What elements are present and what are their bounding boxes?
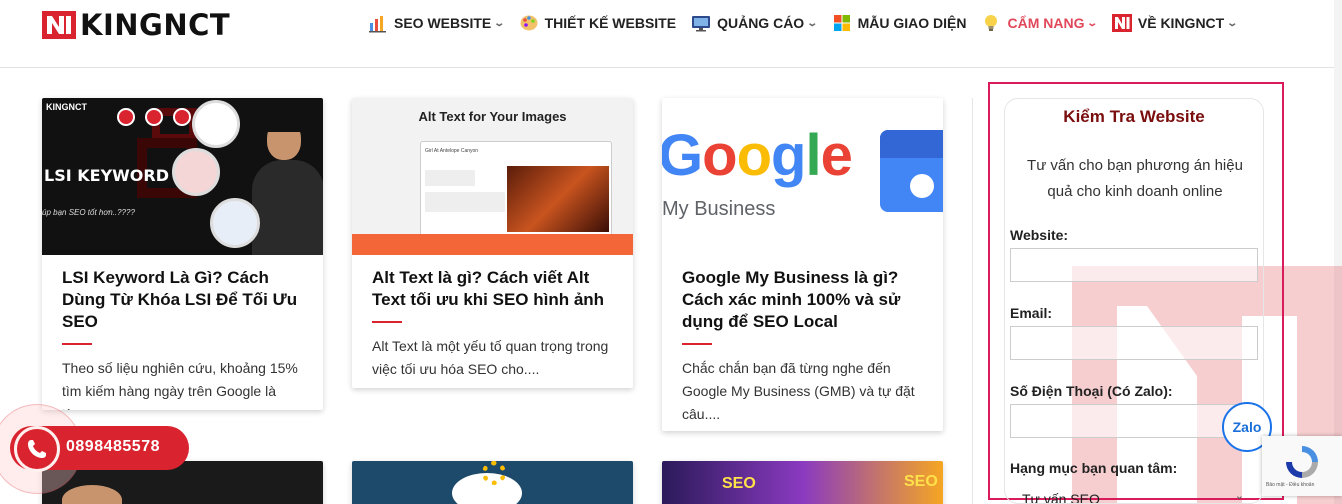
nav-item-mau-giao-dien[interactable]: MẪU GIAO DIỆN xyxy=(832,13,967,33)
windows-logo-icon xyxy=(833,15,850,31)
post-excerpt: Theo số liệu nghiên cứu, khoảng 15% tìm … xyxy=(62,360,298,410)
post-card[interactable] xyxy=(352,461,633,504)
nav-item-thiet-ke-website[interactable]: THIẾT KẾ WEBSITE xyxy=(519,13,676,33)
seo-text: SEO xyxy=(904,473,938,490)
post-thumbnail[interactable] xyxy=(62,485,122,504)
post-excerpt: Alt Text là một yếu tố quan trọng trong … xyxy=(372,338,609,377)
interest-label: Hạng mục bạn quan tâm: xyxy=(1010,460,1178,476)
post-title[interactable]: Alt Text là gì? Cách viết Alt Text tối ư… xyxy=(372,267,613,311)
recaptcha-links[interactable]: Bảo mật - Điều khoản xyxy=(1266,482,1314,488)
google-logo-text: Google xyxy=(662,123,853,188)
bubble xyxy=(172,148,220,196)
dot xyxy=(173,108,191,126)
brand-name: KINGNCT xyxy=(80,8,231,42)
dot xyxy=(117,108,135,126)
site-header: KINGNCT SEO WEBSITE ⌄ THIẾT KẾ WEBSITE Q… xyxy=(0,0,1342,68)
interest-value: Tư vấn SEO xyxy=(1022,491,1100,504)
recaptcha-badge[interactable]: Bảo mật - Điều khoản xyxy=(1262,436,1342,496)
post-title[interactable]: Google My Business là gì? Cách xác minh … xyxy=(682,267,923,333)
chevron-down-icon: ⌄ xyxy=(1226,17,1239,29)
nav-item-seo-website[interactable]: SEO WEBSITE ⌄ xyxy=(368,13,506,33)
email-field[interactable] xyxy=(1010,326,1258,360)
chevron-down-icon: ⌄ xyxy=(493,17,506,29)
main-nav: SEO WEBSITE ⌄ THIẾT KẾ WEBSITE QUẢNG CÁO… xyxy=(368,12,1252,34)
headline-text: Alt Text for Your Images xyxy=(418,109,567,124)
chevron-down-icon: ⌄ xyxy=(1234,490,1244,502)
title-divider xyxy=(372,321,402,323)
post-thumbnail[interactable]: KINGNCT LSI KEYWORD úp bạn SEO tốt hơn..… xyxy=(42,98,323,255)
nav-label: MẪU GIAO DIỆN xyxy=(857,15,967,31)
form-subtitle: Tư vấn cho bạn phương án hiệu quả cho ki… xyxy=(1027,157,1243,200)
bubble xyxy=(192,100,240,148)
phone-icon xyxy=(28,440,46,458)
title-divider xyxy=(682,343,712,345)
nav-label: VỀ KINGNCT xyxy=(1137,15,1225,31)
form-title: Kiểm Tra Website xyxy=(1063,107,1205,126)
headline-text: LSI KEYWORD xyxy=(44,166,170,185)
nav-item-ve-kingnct[interactable]: VỀ KINGNCT ⌄ xyxy=(1111,13,1239,33)
post-thumbnail[interactable]: Google My Business xyxy=(662,98,943,255)
post-card[interactable]: Google My Business Google My Business là… xyxy=(662,98,943,431)
nav-label: CẨM NANG xyxy=(1007,15,1085,31)
nav-label: QUẢNG CÁO xyxy=(717,15,805,31)
tagline-text: úp bạn SEO tốt hơn..???? xyxy=(42,208,135,217)
post-excerpt: Chắc chắn bạn đã từng nghe đến Google My… xyxy=(682,360,915,422)
nav-label: THIẾT KẾ WEBSITE xyxy=(544,15,677,31)
interest-select[interactable]: Tư vấn SEO ⌄ xyxy=(1010,487,1258,504)
website-field[interactable] xyxy=(1010,248,1258,282)
nav-item-quang-cao[interactable]: QUẢNG CÁO ⌄ xyxy=(691,13,819,33)
sub-text: My Business xyxy=(662,198,776,220)
kingnct-logo-icon xyxy=(1111,14,1132,32)
website-label: Website: xyxy=(1010,227,1069,243)
nav-item-cam-nang[interactable]: CẨM NANG ⌄ xyxy=(981,13,1099,33)
recaptcha-icon xyxy=(1286,446,1318,478)
column-divider xyxy=(972,98,973,504)
kingnct-logo-icon xyxy=(42,11,76,39)
chevron-down-icon: ⌄ xyxy=(806,17,819,29)
lightbulb-icon xyxy=(985,15,998,31)
presenter-photo xyxy=(252,118,323,255)
email-label: Email: xyxy=(1010,305,1053,321)
brand-text: KINGNCT xyxy=(46,102,87,112)
search-text: Girl At Antelope Canyon xyxy=(425,148,479,154)
website-check-form: Kiểm Tra Website Tư vấn cho bạn phương á… xyxy=(1004,98,1264,504)
seo-text: SEO xyxy=(722,475,756,492)
bubble xyxy=(210,198,260,248)
post-card[interactable]: KINGNCT LSI KEYWORD úp bạn SEO tốt hơn..… xyxy=(42,98,323,410)
dot xyxy=(145,108,163,126)
page: KINGNCT SEO WEBSITE ⌄ THIẾT KẾ WEBSITE Q… xyxy=(0,0,1342,504)
title-divider xyxy=(62,343,92,345)
phone-label: Số Điện Thoại (Có Zalo): xyxy=(1010,383,1173,399)
phone-number[interactable]: 0898485578 xyxy=(66,438,160,456)
palette-icon xyxy=(520,15,538,31)
chart-bars-icon xyxy=(369,16,386,33)
post-card[interactable]: Alt Text for Your Images Girl At Antelop… xyxy=(352,98,633,388)
zalo-label: Zalo xyxy=(1232,419,1262,435)
post-thumbnail[interactable]: Alt Text for Your Images Girl At Antelop… xyxy=(352,98,633,255)
post-title[interactable]: LSI Keyword Là Gì? Cách Dùng Từ Khóa LSI… xyxy=(62,267,303,333)
phone-field[interactable] xyxy=(1010,404,1258,438)
site-logo[interactable]: KINGNCT xyxy=(42,8,230,42)
chevron-down-icon: ⌄ xyxy=(1086,17,1099,29)
monitor-icon xyxy=(692,16,711,32)
store-icon xyxy=(880,130,943,212)
nav-label: SEO WEBSITE xyxy=(394,15,492,31)
laptop-mockup: Girl At Antelope Canyon xyxy=(420,141,612,237)
gear-icon xyxy=(482,461,506,485)
phone-icon[interactable] xyxy=(14,426,60,472)
post-card[interactable]: SEO SEO xyxy=(662,461,943,504)
